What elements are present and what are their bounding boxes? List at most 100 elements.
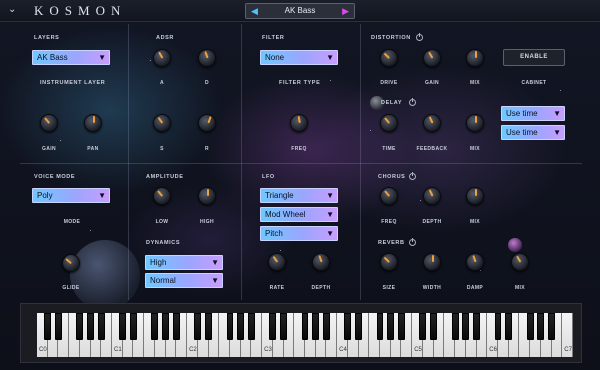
black-key[interactable]: [76, 313, 84, 340]
star: [90, 230, 91, 231]
filter-type-dropdown[interactable]: None ▼: [260, 50, 338, 65]
black-key[interactable]: [548, 313, 555, 340]
black-key[interactable]: [97, 313, 105, 340]
black-key[interactable]: [151, 313, 159, 340]
black-key[interactable]: [344, 313, 352, 340]
sustain-knob[interactable]: [153, 114, 171, 132]
delay-mix-knob[interactable]: [466, 114, 484, 132]
dynamics-curve-dropdown[interactable]: Normal ▼: [145, 273, 223, 288]
black-key[interactable]: [194, 313, 202, 340]
piano-keyboard[interactable]: C0 C1 C2 C3 C4 C5 C6 C7: [37, 313, 573, 357]
black-key[interactable]: [430, 313, 438, 340]
lfo-shape-dropdown[interactable]: Triangle ▼: [260, 188, 338, 203]
reverb-mix-knob[interactable]: [511, 253, 529, 271]
dynamics-level-dropdown[interactable]: High ▼: [145, 255, 223, 270]
black-key[interactable]: [376, 313, 384, 340]
decay-label: D: [204, 80, 209, 86]
black-key[interactable]: [205, 313, 212, 340]
black-key[interactable]: [237, 313, 245, 340]
dropdown-value: Use time: [506, 128, 538, 137]
delay-sync-left-dropdown[interactable]: Use time ▼: [501, 106, 565, 121]
black-key[interactable]: [247, 313, 255, 340]
voice-mode-dropdown[interactable]: Poly ▼: [32, 188, 110, 203]
lfo-rate-knob[interactable]: [268, 253, 286, 271]
black-key[interactable]: [387, 313, 395, 340]
pan-knob[interactable]: [84, 114, 102, 132]
triangle-right-icon[interactable]: ▶: [342, 6, 349, 16]
enable-label: ENABLE: [520, 54, 548, 60]
filter-freq-knob[interactable]: [290, 114, 308, 132]
release-knob[interactable]: [198, 114, 216, 132]
black-key[interactable]: [473, 313, 480, 340]
octave-label: C0: [39, 347, 47, 353]
black-key[interactable]: [269, 313, 277, 340]
black-key[interactable]: [355, 313, 363, 340]
section-title-lfo: LFO: [262, 174, 275, 180]
lfo-rate-label: RATE: [269, 285, 285, 291]
black-key[interactable]: [280, 313, 287, 340]
black-key[interactable]: [323, 313, 330, 340]
black-key[interactable]: [119, 313, 127, 340]
chorus-depth-knob[interactable]: [423, 187, 441, 205]
delay-mix-label: MIX: [469, 146, 481, 152]
power-icon[interactable]: [409, 98, 416, 106]
delay-sync-right-dropdown[interactable]: Use time ▼: [501, 125, 565, 140]
black-key[interactable]: [226, 313, 234, 340]
power-icon[interactable]: [416, 33, 423, 41]
filter-freq-label: FREQ: [291, 146, 307, 152]
chorus-mix-knob[interactable]: [466, 187, 484, 205]
black-key[interactable]: [44, 313, 52, 340]
cabinet-enable-button[interactable]: ENABLE: [503, 49, 565, 66]
black-key[interactable]: [451, 313, 459, 340]
reverb-damp-knob[interactable]: [466, 253, 484, 271]
octave-label: C4: [339, 347, 347, 353]
reverb-size-knob[interactable]: [380, 253, 398, 271]
chevron-down-icon[interactable]: ⌄: [8, 4, 16, 15]
black-key[interactable]: [301, 313, 309, 340]
lfo-source-dropdown[interactable]: Mod Wheel ▼: [260, 207, 338, 222]
gain-knob[interactable]: [40, 114, 58, 132]
attack-knob[interactable]: [153, 49, 171, 67]
black-key[interactable]: [87, 313, 95, 340]
black-key[interactable]: [130, 313, 137, 340]
octave-label: C1: [114, 347, 122, 353]
amp-high-knob[interactable]: [198, 187, 216, 205]
gain-label: GAIN: [41, 146, 57, 152]
decay-knob[interactable]: [198, 49, 216, 67]
delay-time-knob[interactable]: [380, 114, 398, 132]
drive-knob[interactable]: [380, 49, 398, 67]
caret-down-icon: ▼: [211, 276, 219, 285]
distortion-gain-knob[interactable]: [423, 49, 441, 67]
mode-label: MODE: [63, 219, 81, 225]
octave-label: C7: [564, 347, 572, 353]
black-key[interactable]: [494, 313, 502, 340]
instrument-layer-dropdown[interactable]: AK Bass ▼: [32, 50, 110, 65]
delay-feedback-knob[interactable]: [423, 114, 441, 132]
glide-knob[interactable]: [62, 254, 80, 272]
caret-down-icon: ▼: [326, 53, 334, 62]
black-key[interactable]: [312, 313, 320, 340]
black-key[interactable]: [55, 313, 62, 340]
release-label: R: [204, 146, 209, 152]
black-key[interactable]: [526, 313, 534, 340]
dropdown-value: None: [265, 53, 285, 62]
amp-low-knob[interactable]: [153, 187, 171, 205]
black-key[interactable]: [172, 313, 180, 340]
black-key[interactable]: [419, 313, 427, 340]
power-icon[interactable]: [409, 238, 416, 246]
preset-selector[interactable]: ◀ AK Bass ▶: [245, 3, 355, 19]
black-key[interactable]: [162, 313, 170, 340]
black-key[interactable]: [505, 313, 513, 340]
section-title-filter: FILTER: [262, 35, 285, 41]
chorus-freq-knob[interactable]: [380, 187, 398, 205]
distortion-mix-knob[interactable]: [466, 49, 484, 67]
section-title-distortion: DISTORTION: [371, 35, 411, 41]
lfo-depth-knob[interactable]: [312, 253, 330, 271]
lfo-target-dropdown[interactable]: Pitch ▼: [260, 226, 338, 241]
black-key[interactable]: [462, 313, 470, 340]
black-key[interactable]: [537, 313, 545, 340]
reverb-width-knob[interactable]: [423, 253, 441, 271]
power-icon[interactable]: [409, 172, 416, 180]
black-key[interactable]: [398, 313, 405, 340]
section-title-reverb: REVERB: [378, 240, 405, 246]
